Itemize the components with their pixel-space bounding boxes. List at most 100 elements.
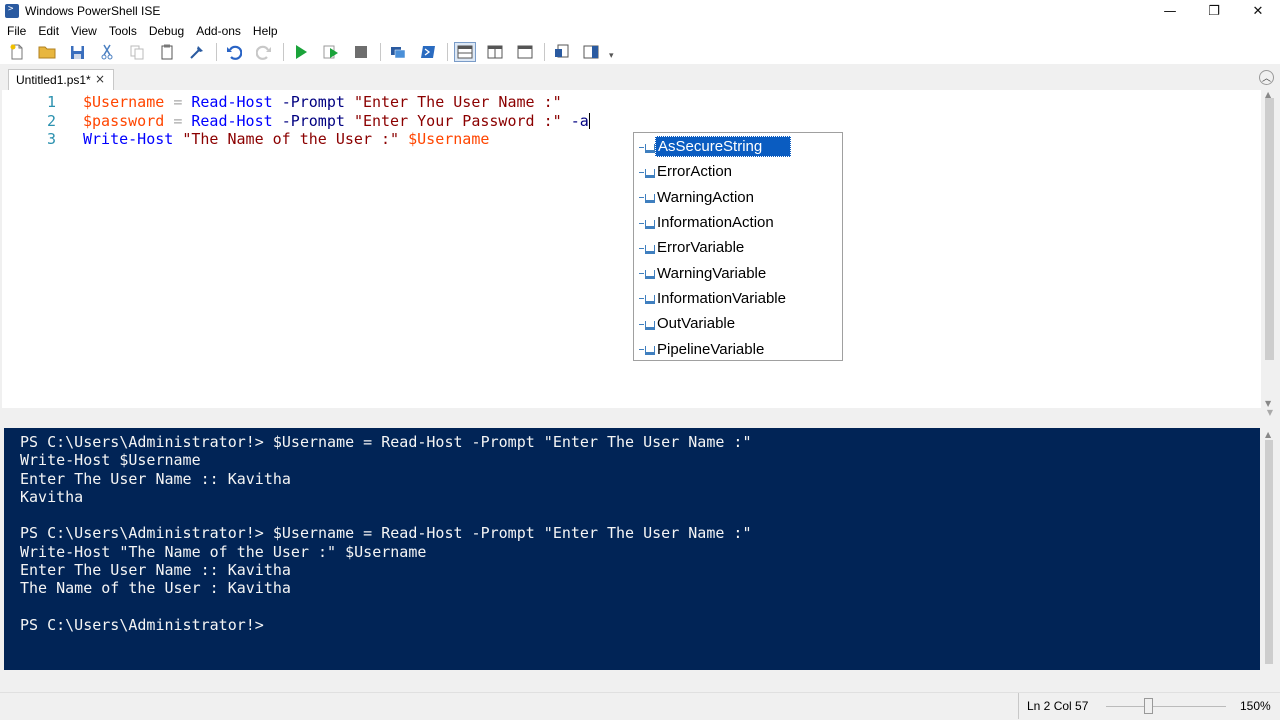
window-controls: — ❐ ✕ xyxy=(1148,0,1280,22)
intellisense-item-label: InformationVariable xyxy=(657,289,786,307)
intellisense-item[interactable]: ErrorVariable xyxy=(634,235,842,260)
toolbar-separator xyxy=(544,43,545,61)
cursor-position: Ln 2 Col 57 xyxy=(1018,693,1088,719)
scrollbar-thumb[interactable] xyxy=(1265,98,1274,360)
scroll-down-icon[interactable]: ▼ xyxy=(1265,399,1271,408)
save-icon[interactable] xyxy=(66,42,88,62)
script-pane-top-icon[interactable] xyxy=(454,42,476,62)
intellisense-item-label: InformationAction xyxy=(657,214,774,232)
new-file-icon[interactable] xyxy=(6,42,28,62)
console-line: Kavitha xyxy=(20,487,84,506)
intellisense-item[interactable]: InformationAction xyxy=(634,210,842,235)
code-token: = xyxy=(173,93,183,111)
intellisense-item[interactable]: ErrorAction xyxy=(634,159,842,184)
scroll-down-icon[interactable]: ▼ xyxy=(1267,408,1273,417)
intellisense-item[interactable]: PipelineVariable xyxy=(634,336,842,361)
close-window-button[interactable]: ✕ xyxy=(1236,0,1280,22)
intellisense-item[interactable]: WarningAction xyxy=(634,185,842,210)
code-token: Write-Host xyxy=(83,130,174,148)
toolbar-overflow-icon[interactable]: ▾ xyxy=(609,50,614,61)
tab-untitled1[interactable]: Untitled1.ps1* × xyxy=(8,69,114,90)
code-token: Read-Host xyxy=(191,111,273,130)
menu-edit[interactable]: Edit xyxy=(32,22,65,40)
show-command-addon-icon[interactable] xyxy=(581,42,603,62)
code-line[interactable]: Write-Host "The Name of the User :" $Use… xyxy=(83,130,590,149)
menu-file[interactable]: File xyxy=(0,22,32,40)
line-number: 3 xyxy=(46,130,56,148)
console-output: PS C:\Users\Administrator!> $Username = … xyxy=(20,433,752,634)
paste-icon[interactable] xyxy=(156,42,178,62)
intellisense-item-label: ErrorVariable xyxy=(657,239,745,257)
run-script-icon[interactable] xyxy=(290,42,312,62)
clear-icon[interactable] xyxy=(186,42,208,62)
code-token: Read-Host xyxy=(191,93,273,111)
intellisense-item[interactable]: InformationVariable xyxy=(634,286,842,311)
editor-vertical-scrollbar[interactable]: ▲ ▼ xyxy=(1261,90,1278,408)
zoom-slider-thumb[interactable] xyxy=(1144,698,1153,714)
parameter-icon xyxy=(639,268,655,280)
script-pane-right-icon[interactable] xyxy=(484,42,506,62)
menu-tools[interactable]: Tools xyxy=(103,22,143,40)
intellisense-item[interactable]: WarningVariable xyxy=(634,260,842,285)
collapse-script-pane-icon[interactable]: ︿ xyxy=(1259,70,1274,85)
console-pane[interactable]: PS C:\Users\Administrator!> $Username = … xyxy=(4,428,1260,670)
code-token: $Username xyxy=(408,130,490,148)
code-line[interactable]: $Username = Read-Host -Prompt "Enter The… xyxy=(83,93,590,112)
script-pane-maximized-icon[interactable] xyxy=(514,42,536,62)
console-vertical-scrollbar[interactable]: ▲ xyxy=(1260,428,1278,670)
parameter-icon xyxy=(639,344,655,356)
menu-help[interactable]: Help xyxy=(247,22,284,40)
pane-splitter[interactable]: ▼ xyxy=(0,408,1280,428)
powershell-icon xyxy=(5,4,19,18)
zoom-slider-track[interactable] xyxy=(1106,706,1226,707)
console-line: Enter The User Name :: Kavitha xyxy=(20,469,291,488)
scrollbar-thumb[interactable] xyxy=(1265,440,1273,664)
code-token: "Enter Your Password :" xyxy=(353,111,562,130)
stop-icon[interactable] xyxy=(350,42,372,62)
undo-icon[interactable] xyxy=(223,42,245,62)
menu-addons[interactable]: Add-ons xyxy=(190,22,247,40)
tab-close-icon[interactable]: × xyxy=(95,72,105,86)
show-command-window-icon[interactable] xyxy=(551,42,573,62)
run-selection-icon[interactable] xyxy=(320,42,342,62)
parameter-icon xyxy=(639,243,655,254)
zoom-level: 150% xyxy=(1240,699,1271,713)
intellisense-item[interactable]: OutVariable xyxy=(634,311,842,336)
copy-icon[interactable] xyxy=(126,42,148,62)
title-bar: Windows PowerShell ISE — ❐ ✕ xyxy=(0,0,1280,22)
menu-view[interactable]: View xyxy=(65,22,103,40)
menu-debug[interactable]: Debug xyxy=(143,22,190,40)
console-line: PS C:\Users\Administrator!> $Username = … xyxy=(20,524,752,543)
scroll-up-icon[interactable]: ▲ xyxy=(1265,430,1271,439)
line-number-gutter: 1 2 3 xyxy=(2,93,60,149)
open-file-icon[interactable] xyxy=(36,42,58,62)
cut-icon[interactable] xyxy=(96,42,118,62)
code-token: $Username xyxy=(83,93,165,111)
parameter-icon xyxy=(639,319,655,330)
toolbar-separator xyxy=(283,43,284,61)
redo-icon[interactable] xyxy=(253,42,275,62)
intellisense-item[interactable]: AsSecureString xyxy=(634,134,842,159)
code-line[interactable]: $password = Read-Host -Prompt "Enter You… xyxy=(83,112,590,131)
code-token: -Prompt xyxy=(281,93,345,111)
remote-powershell-icon[interactable] xyxy=(387,42,409,62)
script-tab-strip: Untitled1.ps1* × ︿ xyxy=(0,64,1280,90)
restore-button[interactable]: ❐ xyxy=(1192,0,1236,22)
minimize-button[interactable]: — xyxy=(1148,0,1192,22)
console-line: PS C:\Users\Administrator!> xyxy=(20,615,264,634)
start-powershell-icon[interactable] xyxy=(417,42,439,62)
intellisense-list[interactable]: AsSecureString ErrorAction WarningAction In… xyxy=(633,132,843,361)
window-title: Windows PowerShell ISE xyxy=(25,4,161,18)
code-area[interactable]: $Username = Read-Host -Prompt "Enter The… xyxy=(83,93,590,149)
toolbar-separator xyxy=(380,43,381,61)
toolbar-separator xyxy=(447,43,448,61)
parameter-icon xyxy=(639,293,655,305)
line-number: 2 xyxy=(46,111,56,130)
toolbar: ▾ xyxy=(0,40,1280,64)
